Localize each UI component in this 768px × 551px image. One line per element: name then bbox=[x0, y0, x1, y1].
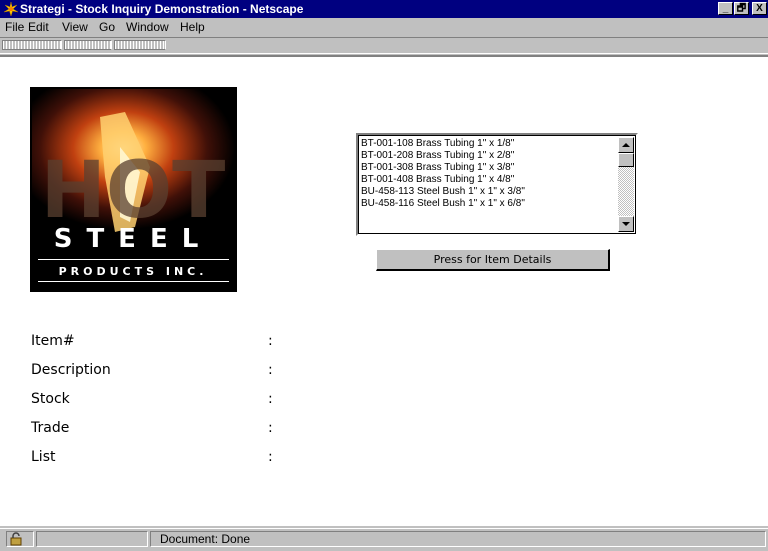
field-colon: : bbox=[268, 391, 273, 407]
toolbar-grip-personal[interactable] bbox=[114, 40, 166, 50]
list-item[interactable]: BU-458-116 Steel Bush 1" x 1" x 6/8" bbox=[361, 198, 613, 210]
toolbar-grip-location[interactable] bbox=[64, 40, 112, 50]
field-colon: : bbox=[268, 449, 273, 465]
scroll-up-button[interactable] bbox=[618, 137, 634, 153]
status-bar: Document: Done bbox=[0, 528, 768, 547]
menu-file[interactable]: File bbox=[5, 20, 24, 34]
field-label-list: List bbox=[31, 449, 56, 465]
list-item[interactable]: BU-458-113 Steel Bush 1" x 1" x 3/8" bbox=[361, 186, 613, 198]
logo-sub-text: PRODUCTS INC. bbox=[59, 265, 208, 278]
list-item[interactable]: BT-001-208 Brass Tubing 1" x 2/8" bbox=[361, 150, 613, 162]
field-colon: : bbox=[268, 362, 273, 378]
menu-window[interactable]: Window bbox=[126, 20, 169, 34]
item-details-button[interactable]: Press for Item Details bbox=[376, 249, 610, 271]
field-label-trade: Trade bbox=[31, 420, 70, 436]
logo-graphic-text: HOT bbox=[41, 146, 226, 236]
field-colon: : bbox=[268, 420, 273, 436]
field-label-stock: Stock bbox=[31, 391, 70, 407]
arrow-up-icon bbox=[622, 143, 630, 147]
arrow-down-icon bbox=[622, 222, 630, 226]
minimize-button[interactable]: _ bbox=[718, 2, 733, 15]
close-button[interactable]: X bbox=[752, 2, 767, 15]
status-text: Document: Done bbox=[160, 532, 251, 546]
netscape-star-icon bbox=[3, 1, 19, 17]
security-lock-icon bbox=[10, 532, 22, 546]
menu-edit[interactable]: Edit bbox=[28, 20, 49, 34]
security-pane[interactable] bbox=[6, 531, 34, 547]
menu-bar: File Edit View Go Window Help bbox=[0, 18, 768, 36]
window-title: Strategi - Stock Inquiry Demonstration -… bbox=[20, 2, 304, 16]
menu-go[interactable]: Go bbox=[99, 20, 115, 34]
stock-listbox[interactable]: BT-001-108 Brass Tubing 1" x 1/8" BT-001… bbox=[356, 133, 638, 236]
field-label-description: Description bbox=[31, 362, 111, 378]
menu-help[interactable]: Help bbox=[180, 20, 205, 34]
title-bar[interactable]: Strategi - Stock Inquiry Demonstration -… bbox=[0, 0, 768, 18]
page-content: HOT STEEL PRODUCTS INC. BT-001-108 Brass… bbox=[0, 55, 768, 526]
listbox-scrollbar[interactable] bbox=[618, 137, 634, 232]
restore-button[interactable]: 🗗 bbox=[734, 2, 749, 15]
hot-steel-products-logo: HOT STEEL PRODUCTS INC. bbox=[30, 87, 237, 292]
logo-main-text: STEEL bbox=[54, 224, 213, 254]
menu-view[interactable]: View bbox=[62, 20, 88, 34]
collapsed-toolbars bbox=[0, 37, 768, 54]
field-colon: : bbox=[268, 333, 273, 349]
scroll-down-button[interactable] bbox=[618, 216, 634, 232]
list-item[interactable]: BT-001-308 Brass Tubing 1" x 3/8" bbox=[361, 162, 613, 174]
field-label-item: Item# bbox=[31, 333, 75, 349]
scroll-thumb[interactable] bbox=[618, 153, 634, 167]
list-item[interactable]: BT-001-408 Brass Tubing 1" x 4/8" bbox=[361, 174, 613, 186]
progress-pane bbox=[36, 531, 148, 547]
list-item[interactable]: BT-001-108 Brass Tubing 1" x 1/8" bbox=[361, 138, 613, 150]
toolbar-grip-navigation[interactable] bbox=[2, 40, 62, 50]
